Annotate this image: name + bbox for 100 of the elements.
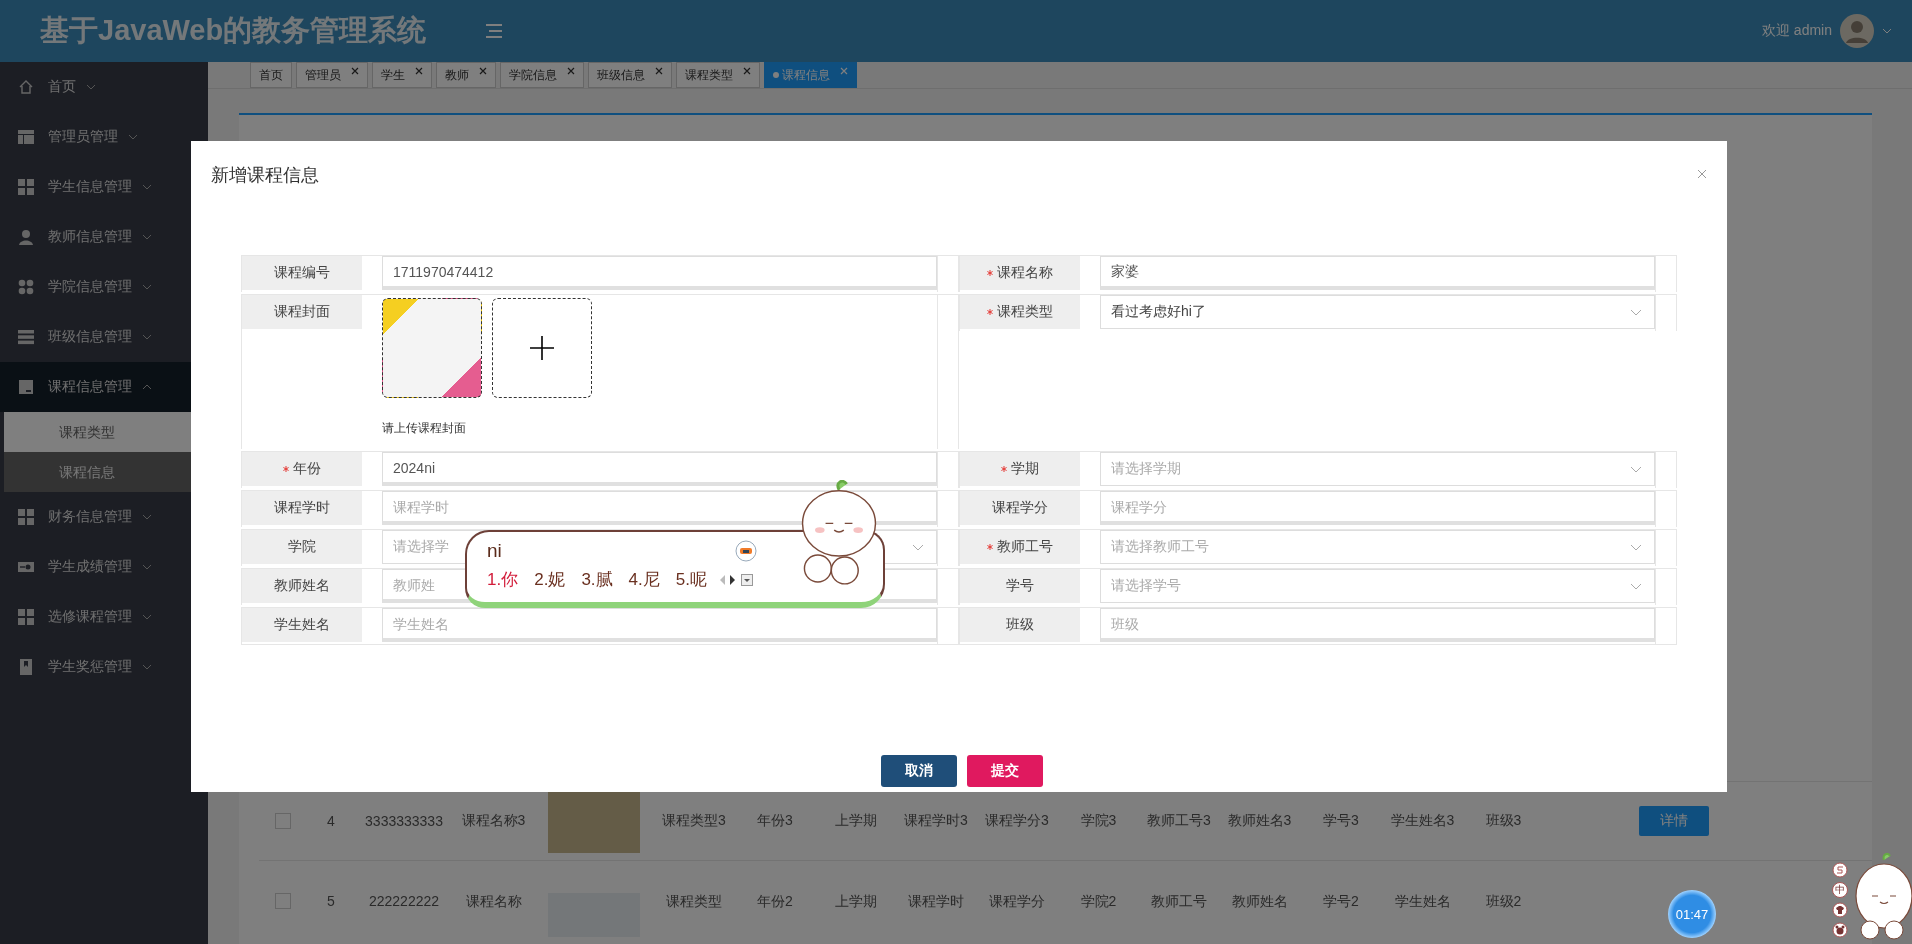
ime-candidate[interactable]: 3.腻: [581, 568, 613, 591]
text-field[interactable]: 2024ni: [382, 452, 937, 486]
table-cell-text: 课程学分: [988, 893, 1046, 911]
sidebar-item[interactable]: 班级信息管理: [0, 312, 208, 362]
table-cell-text: 学生姓名3: [1389, 812, 1456, 830]
shirt-icon[interactable]: [1832, 902, 1848, 918]
table-cell-text: 教师姓名: [1230, 893, 1289, 911]
close-icon[interactable]: [743, 67, 751, 75]
table-cell-text: 学生姓名: [1393, 893, 1452, 911]
page-tab[interactable]: 课程信息: [764, 62, 857, 88]
field-label: 学号: [1006, 577, 1034, 595]
field-label: 课程学分: [992, 499, 1048, 517]
text-field[interactable]: 学生姓名: [382, 608, 937, 642]
chevron-down-icon: [1630, 582, 1642, 590]
ime-candidate[interactable]: 1.你: [487, 568, 519, 591]
upload-hint: 请上传课程封面: [382, 420, 467, 437]
text-field[interactable]: 班级: [1100, 608, 1655, 642]
sidebar-item[interactable]: 学生奖惩管理: [0, 642, 208, 692]
detail-button[interactable]: 详情: [1639, 806, 1709, 836]
table-icon: [18, 129, 34, 145]
table-cell-text: 教师工号: [1150, 893, 1208, 911]
select-field[interactable]: 请选择学号: [1100, 569, 1655, 603]
sidebar-item[interactable]: 首页: [0, 62, 208, 112]
table-cell-text: 课程类型: [665, 893, 723, 911]
ime-composition: ni: [487, 540, 502, 562]
close-icon[interactable]: [479, 67, 487, 75]
ime-candidate[interactable]: 4.尼: [628, 568, 660, 591]
sidebar-item[interactable]: 管理员管理: [0, 112, 208, 162]
sidebar-item[interactable]: 财务信息管理: [0, 492, 208, 542]
close-icon[interactable]: [351, 67, 359, 75]
sidebar-item[interactable]: 选修课程管理: [0, 592, 208, 642]
table-cell-text: 班级2: [1484, 893, 1523, 911]
chevron-down-icon: [1630, 543, 1642, 551]
sidebar-item[interactable]: 学生成绩管理: [0, 542, 208, 592]
checkbox[interactable]: [275, 893, 291, 909]
field-label: 学生姓名: [274, 616, 330, 634]
person-icon: [18, 229, 34, 245]
field-label: 班级: [1006, 616, 1034, 634]
sidebar-item[interactable]: 教师信息管理: [0, 212, 208, 262]
table-cell-text: 4: [326, 813, 336, 829]
select-field[interactable]: 请选择教师工号: [1100, 530, 1655, 564]
table-cell-text: 学院3: [1079, 812, 1118, 830]
close-icon[interactable]: [415, 67, 423, 75]
select-field[interactable]: 看过考虑好hi了: [1100, 295, 1655, 329]
cancel-button[interactable]: 取消: [881, 755, 957, 787]
field-label: 课程封面: [274, 303, 330, 321]
field-label: 教师工号: [997, 538, 1053, 556]
sidebar-item[interactable]: 学生信息管理: [0, 162, 208, 212]
chevron-down-icon: [86, 84, 96, 90]
page-tab[interactable]: 首页: [250, 62, 292, 88]
dialog-title: 新增课程信息: [211, 164, 319, 187]
drive-icon: [18, 379, 34, 395]
menu-icon[interactable]: [486, 24, 503, 38]
page-tab[interactable]: 课程类型: [676, 62, 760, 88]
table-cell-text: 课程学分3: [984, 812, 1050, 830]
dropdown-icon[interactable]: [740, 573, 753, 586]
grid-icon: [18, 179, 34, 195]
table-cell-text: 上学期: [833, 812, 878, 830]
sidebar-item[interactable]: 学院信息管理: [0, 262, 208, 312]
field-label: 课程类型: [997, 303, 1053, 321]
upload-button[interactable]: [492, 298, 592, 398]
chevron-down-icon: [142, 334, 152, 340]
table-cell-text: 课程名称: [464, 893, 523, 911]
chevron-down-icon[interactable]: [1882, 28, 1892, 34]
close-icon[interactable]: [1697, 169, 1707, 179]
chevron-down-icon: [142, 564, 152, 570]
table-cell-text: 课程名称3: [460, 812, 527, 830]
animal-icon[interactable]: [1832, 922, 1848, 938]
ime-candidate[interactable]: 2.妮: [534, 568, 566, 591]
field-label: 课程名称: [997, 264, 1053, 282]
chevron-down-icon: [912, 543, 924, 551]
s-logo-icon[interactable]: [1832, 862, 1848, 878]
page-arrows-icon[interactable]: [718, 574, 737, 585]
grid-icon: [18, 509, 34, 525]
page-tab[interactable]: 教师: [436, 62, 496, 88]
chevron-down-icon: [142, 184, 152, 190]
table-cell-text: 年份3: [756, 812, 794, 830]
page-tab[interactable]: 学生: [372, 62, 432, 88]
table-cell-text: 教师姓名3: [1226, 812, 1293, 830]
page-tab[interactable]: 学院信息: [500, 62, 584, 88]
close-icon[interactable]: [567, 67, 575, 75]
checkbox[interactable]: [275, 813, 291, 829]
select-field[interactable]: 请选择学期: [1100, 452, 1655, 486]
table-cell-text: 222222222: [367, 893, 441, 909]
chevron-down-icon: [142, 614, 152, 620]
text-field[interactable]: 1711970474412: [382, 256, 937, 290]
page-tab[interactable]: 班级信息: [588, 62, 672, 88]
list-icon: [18, 329, 34, 345]
page-tab[interactable]: 管理员: [296, 62, 368, 88]
table-cell-text: 课程学时3: [903, 812, 969, 830]
table-cell-text: 学号3: [1322, 812, 1360, 830]
chevron-down-icon: [128, 134, 138, 140]
table-cell-text: 上学期: [833, 893, 878, 911]
submit-button[interactable]: 提交: [967, 755, 1043, 787]
field-label: 课程学时: [274, 499, 330, 517]
text-field[interactable]: 课程学分: [1100, 491, 1655, 525]
field-label: 年份: [293, 460, 321, 478]
text-field[interactable]: 家婆: [1100, 256, 1655, 290]
close-icon[interactable]: [655, 67, 663, 75]
ime-candidate[interactable]: 5.呢: [675, 568, 707, 591]
